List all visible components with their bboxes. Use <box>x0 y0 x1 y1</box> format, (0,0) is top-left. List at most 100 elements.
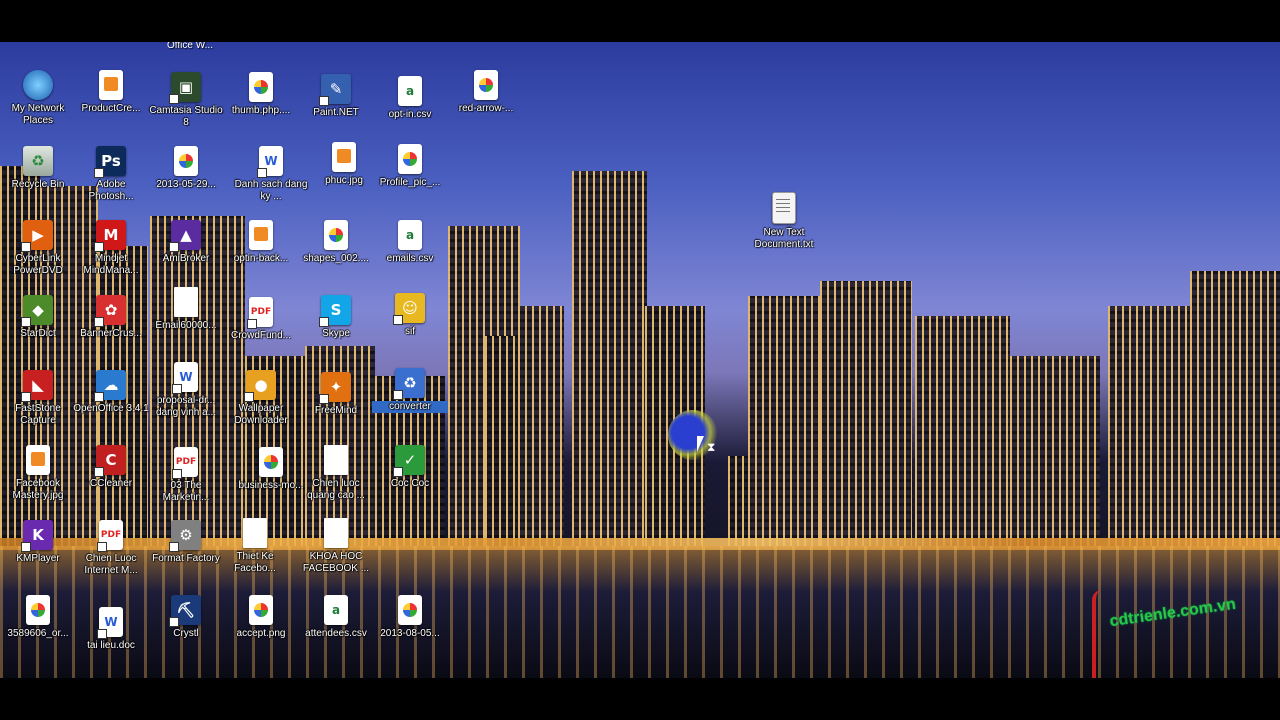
desktop-icon[interactable]: ▲ AmiBroker <box>148 220 224 265</box>
desktop-icon-label: FreeMind <box>314 405 358 416</box>
desktop-icon[interactable]: ✦ FreeMind <box>298 372 374 417</box>
csv-file-icon: a <box>398 220 422 250</box>
desktop-icon[interactable]: 2013-05-29... <box>148 146 224 191</box>
desktop-icon-label: 2013-05-29... <box>156 179 216 190</box>
desktop-icon[interactable]: a attendees.csv <box>298 595 374 640</box>
csv-file-icon: a <box>324 595 348 625</box>
desktop-icon[interactable]: Thiet Ke Facebo... <box>217 518 293 575</box>
image-file-icon <box>26 445 50 475</box>
desktop-icon[interactable]: ♻ Recycle Bin <box>0 146 76 191</box>
desktop-icon-label: accept.png <box>236 628 286 639</box>
desktop-icon[interactable]: optin-back... <box>223 220 299 265</box>
desktop-icon-label: proposal-dr... dang vinh a... <box>155 395 217 418</box>
desktop-icon[interactable]: thumb.php.... <box>223 72 299 117</box>
desktop-icon-label: optin-back... <box>233 253 289 264</box>
app-icon: ▲ <box>169 220 201 252</box>
app-icon: ▣ <box>169 72 201 104</box>
image-file-icon <box>249 595 273 625</box>
document-icon <box>174 287 198 317</box>
desktop-icon[interactable]: Wtai lieu.doc <box>73 607 149 652</box>
desktop-icon-label: ProductCre... <box>81 103 141 114</box>
screen: My Network Places ProductCre... ▣ Camtasia … <box>0 0 1280 720</box>
desktop-icon[interactable]: ♻ converter <box>372 368 448 413</box>
desktop-icon-label: New Text Document.txt <box>754 227 814 250</box>
desktop-icon[interactable]: M Mindjet MindMana... <box>73 220 149 277</box>
desktop-icon-label: AmiBroker <box>162 253 210 264</box>
desktop-icon[interactable]: S Skype <box>298 295 374 340</box>
desktop-icon[interactable]: accept.png <box>223 595 299 640</box>
desktop-icon[interactable]: phuc.jpg <box>306 142 382 187</box>
app-icon: K <box>21 520 53 552</box>
app-icon: ✓ <box>393 445 425 477</box>
desktop-icon[interactable]: KHOA HOC FACEBOOK ... <box>298 518 374 575</box>
desktop-icon-label: shapes_002.... <box>303 253 369 264</box>
desktop-icon-label: phuc.jpg <box>325 175 363 186</box>
desktop-icon[interactable]: ProductCre... <box>73 70 149 115</box>
image-file-icon <box>398 595 422 625</box>
building <box>518 306 564 546</box>
desktop-icon[interactable]: PDF Chien Luoc Internet M... <box>73 520 149 577</box>
desktop-icon[interactable]: ● Wallpaper Downloader <box>223 370 299 427</box>
document-icon <box>324 518 348 548</box>
desktop-icon[interactable]: ✎ Paint.NET <box>298 74 374 119</box>
desktop-icon-label: KMPlayer <box>16 553 60 564</box>
desktop-icon[interactable]: 2013-08-05... <box>372 595 448 640</box>
desktop-icon[interactable]: Email60000... <box>148 287 224 332</box>
desktop-icon[interactable]: PDF 03 The Marketin... <box>148 447 224 504</box>
desktop-icon[interactable]: ☺ sif <box>372 293 448 338</box>
building <box>572 171 647 546</box>
desktop-background[interactable]: My Network Places ProductCre... ▣ Camtasia … <box>0 42 1280 678</box>
desktop-icon[interactable]: ▣ Camtasia Studio 8 <box>148 72 224 129</box>
image-file-icon <box>332 142 356 172</box>
cut-off-icon-label[interactable]: Office W... <box>150 42 230 51</box>
letterbox-bottom <box>0 678 1280 720</box>
desktop-icon[interactable]: PDF CrowdFund... <box>223 297 299 342</box>
desktop-icon[interactable]: a opt-in.csv <box>372 76 448 121</box>
building <box>1108 306 1190 546</box>
desktop-icon[interactable]: ◆ StarDict <box>0 295 76 340</box>
building <box>748 296 820 546</box>
desktop-icon-label: Camtasia Studio 8 <box>149 105 223 128</box>
desktop-icon[interactable]: C CCleaner <box>73 445 149 490</box>
desktop-icon-label: Profile_pic_... <box>379 177 441 188</box>
desktop-icon[interactable]: Chien luoc quang cao ... <box>298 445 374 502</box>
letterbox-top <box>0 0 1280 42</box>
desktop-icon-label: CyberLink PowerDVD <box>13 253 63 276</box>
desktop-icon-label: opt-in.csv <box>388 109 432 120</box>
app-icon: ⛏ <box>169 595 201 627</box>
desktop-icon-label: Chien Luoc Internet M... <box>84 553 138 576</box>
desktop-icon[interactable]: ✓ Coc Coc <box>372 445 448 490</box>
desktop-icon[interactable]: ✿ BannerCrus... <box>73 295 149 340</box>
building <box>485 336 520 546</box>
desktop-icon-label: Danh sach dang ky ... <box>234 179 308 202</box>
desktop-icon[interactable]: 3589606_or... <box>0 595 76 640</box>
desktop-icon[interactable]: red-arrow-... <box>448 70 524 115</box>
desktop-icon-label: Format Factory <box>152 553 220 564</box>
desktop-icon[interactable]: Facebook Mastery.jpg <box>0 445 76 502</box>
desktop-icon[interactable]: ⛏ Crystl <box>148 595 224 640</box>
desktop-icon[interactable]: shapes_002.... <box>298 220 374 265</box>
desktop-icon[interactable]: ⚙ Format Factory <box>148 520 224 565</box>
app-icon: ⚙ <box>169 520 201 552</box>
desktop-icon[interactable]: New Text Document.txt <box>746 192 822 251</box>
desktop-icon[interactable]: ◣ FastStone Capture <box>0 370 76 427</box>
desktop-icon[interactable]: ▶ CyberLink PowerDVD <box>0 220 76 277</box>
network-icon <box>23 70 53 100</box>
desktop-icon-label: KHOA HOC FACEBOOK ... <box>302 551 370 574</box>
desktop-icon[interactable]: K KMPlayer <box>0 520 76 565</box>
image-file-icon <box>398 144 422 174</box>
desktop-icon[interactable]: a emails.csv <box>372 220 448 265</box>
hourglass-icon: ⧗ <box>707 440 716 454</box>
desktop-icon[interactable]: Ps Adobe Photosh... <box>73 146 149 203</box>
desktop-icon[interactable]: ☁ OpenOffice 3.4.1 <box>73 370 149 415</box>
document-icon <box>324 445 348 475</box>
desktop-icon[interactable]: W Danh sach dang ky ... <box>233 146 309 203</box>
desktop-icon[interactable]: Profile_pic_... <box>372 144 448 189</box>
desktop-icon[interactable]: Wproposal-dr... dang vinh a... <box>148 362 224 419</box>
desktop-icon-label: CCleaner <box>89 478 133 489</box>
desktop-icon[interactable]: My Network Places <box>0 70 76 127</box>
desktop-icon-label: converter <box>372 401 448 413</box>
app-icon: ◆ <box>21 295 53 327</box>
desktop-icon-label: Adobe Photosh... <box>88 179 134 202</box>
desktop-icon-label: 03 The Marketin... <box>162 480 210 503</box>
